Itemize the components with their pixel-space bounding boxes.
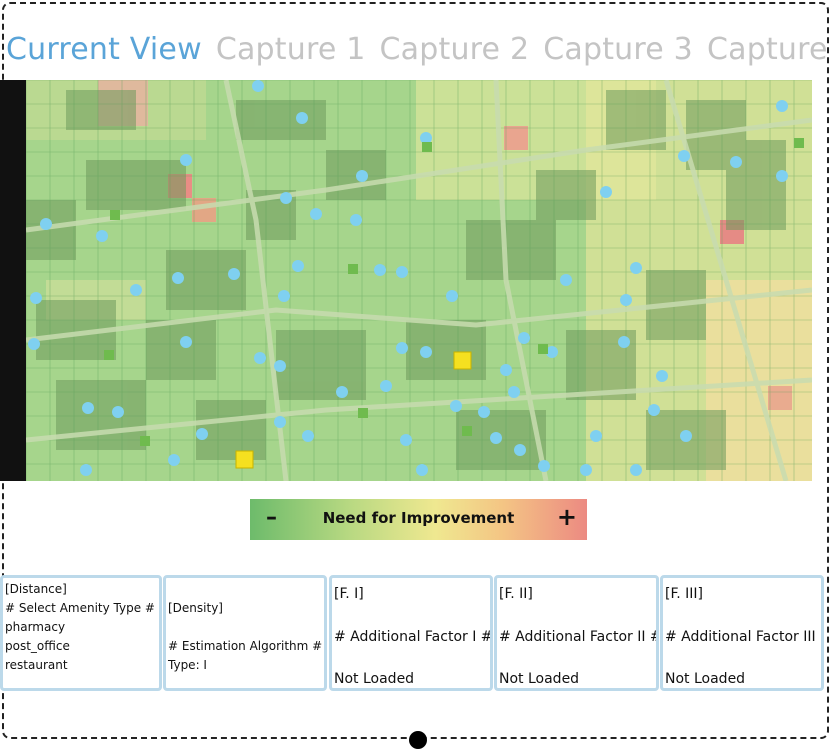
amenity-option-restaurant[interactable]: restaurant [5, 658, 68, 672]
amenity-option-post-office[interactable]: post_office [5, 639, 70, 653]
capture-tabs: Current View Capture 1 Capture 2 Capture… [6, 32, 833, 76]
map-edge-left [0, 80, 26, 481]
density-panel[interactable]: [Density] # Estimation Algorithm # Type:… [163, 575, 327, 691]
factor-2-label: # Additional Factor II # [499, 629, 659, 645]
heatmap-grid [26, 80, 812, 481]
distance-header: [Distance] [5, 582, 67, 596]
tab-capture-3[interactable]: Capture 3 [543, 32, 693, 76]
factor-1-panel[interactable]: [F. I] # Additional Factor I # Not Loade… [329, 575, 493, 691]
amenity-option-pharmacy[interactable]: pharmacy [5, 620, 65, 634]
amenity-type-label: # Select Amenity Type # [5, 601, 155, 615]
legend-plus: + [556, 503, 577, 531]
factor-3-status: Not Loaded [665, 671, 746, 687]
factor-2-status: Not Loaded [499, 671, 580, 687]
factor-1-label: # Additional Factor I # [334, 629, 493, 645]
estimation-algorithm-label: # Estimation Algorithm # [168, 639, 323, 653]
distance-panel[interactable]: [Distance] # Select Amenity Type # pharm… [0, 575, 162, 691]
tab-capture-1[interactable]: Capture 1 [216, 32, 366, 76]
heatmap-map[interactable] [26, 80, 812, 481]
density-header: [Density] [168, 601, 223, 615]
resize-handle[interactable] [409, 731, 427, 749]
factor-3-panel[interactable]: [F. III] # Additional Factor III # Not L… [660, 575, 824, 691]
factor-1-status: Not Loaded [334, 671, 415, 687]
legend-title: Need for Improvement [322, 509, 515, 527]
tab-capture-2[interactable]: Capture 2 [380, 32, 530, 76]
factor-3-label: # Additional Factor III # [665, 629, 824, 645]
factor-3-header: [F. III] [665, 586, 704, 602]
estimation-algorithm-value[interactable]: Type: I [168, 658, 207, 672]
tab-current-view[interactable]: Current View [6, 32, 202, 76]
control-panels: [Distance] # Select Amenity Type # pharm… [0, 575, 833, 691]
factor-1-header: [F. I] [334, 586, 364, 602]
tab-capture-4[interactable]: Capture 4 [707, 32, 833, 76]
factor-2-header: [F. II] [499, 586, 533, 602]
improvement-legend: – Need for Improvement + [250, 499, 587, 540]
factor-2-panel[interactable]: [F. II] # Additional Factor II # Not Loa… [494, 575, 659, 691]
